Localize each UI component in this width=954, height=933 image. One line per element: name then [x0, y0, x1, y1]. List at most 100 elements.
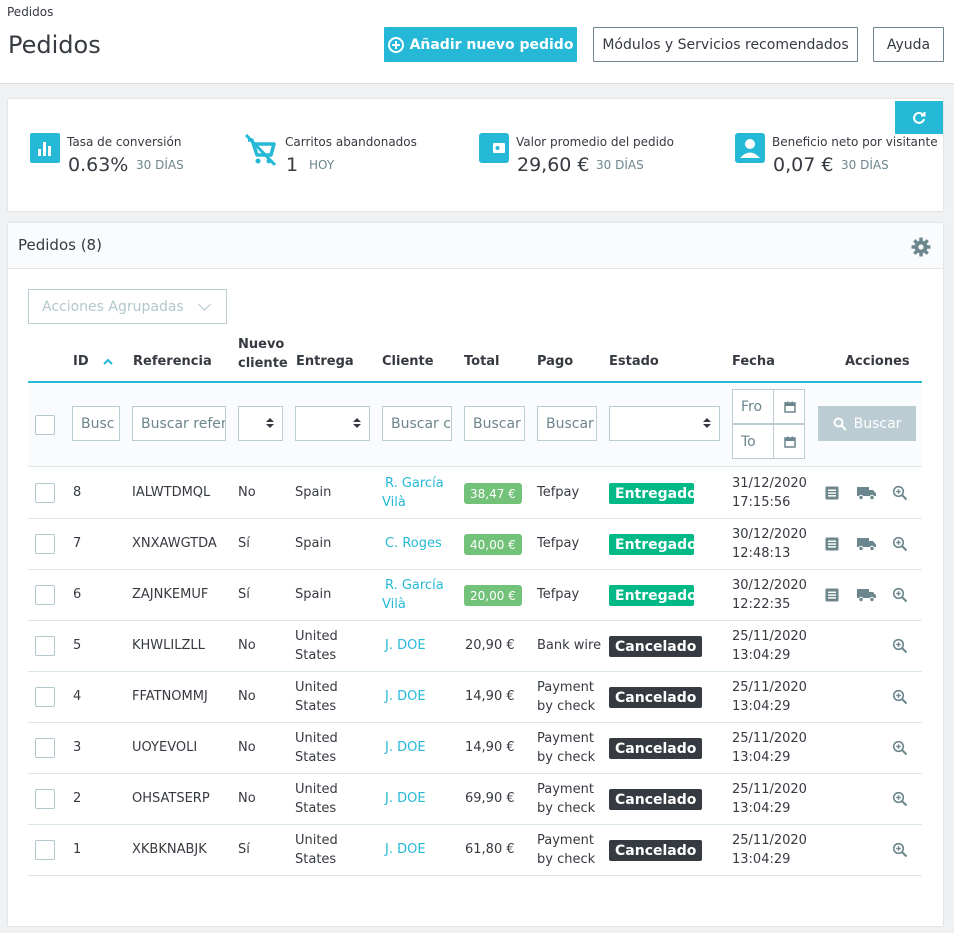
view-order-icon[interactable]: [892, 689, 908, 709]
view-order-icon[interactable]: [892, 485, 908, 505]
column-header-status[interactable]: Estado: [609, 354, 659, 369]
customer-link[interactable]: J. DOE: [385, 789, 426, 808]
order-reference: XNXAWGTDA: [132, 536, 217, 551]
filter-payment-input[interactable]: Buscar: [537, 406, 597, 441]
column-header-payment[interactable]: Pago: [537, 354, 573, 369]
customer-link[interactable]: C. Roges: [385, 534, 442, 553]
view-order-icon[interactable]: [892, 638, 908, 658]
customer-link[interactable]: J. DOE: [385, 636, 426, 655]
customer-link[interactable]: R. García Vilà: [382, 474, 444, 512]
gear-icon[interactable]: [911, 237, 931, 257]
table-row[interactable]: 2 OHSATSERP No United States J. DOE 69,90 € Pay…: [28, 774, 922, 825]
filter-new-client-select[interactable]: [238, 406, 283, 441]
order-reference: UOYEVOLI: [132, 740, 198, 755]
kpi-label: Beneficio neto por visitante: [772, 135, 938, 149]
kpi-period: HOY: [309, 158, 335, 172]
view-order-icon[interactable]: [892, 791, 908, 811]
order-id: 2: [73, 791, 82, 806]
table-row[interactable]: 3 UOYEVOLI No United States J. DOE 14,90 € Paym…: [28, 723, 922, 774]
column-header-date[interactable]: Fecha: [732, 354, 775, 369]
refresh-kpi-button[interactable]: [895, 101, 943, 134]
add-order-button[interactable]: Añadir nuevo pedido: [384, 27, 577, 62]
calendar-icon[interactable]: [773, 425, 805, 458]
order-reference: IALWTDMQL: [132, 485, 211, 500]
invoice-icon[interactable]: [824, 536, 840, 556]
filter-date-to[interactable]: To: [732, 424, 805, 459]
order-reference: FFATNOMMJ: [132, 689, 208, 704]
table-row[interactable]: 7 XNXAWGTDA Sí Spain C. Roges 40,00 € Tefpay En…: [28, 519, 922, 570]
filter-date-from[interactable]: Fro: [732, 389, 805, 424]
search-button[interactable]: Buscar: [818, 406, 916, 441]
row-select-checkbox[interactable]: [35, 687, 55, 707]
delivery-truck-icon[interactable]: [857, 536, 877, 556]
customer-link[interactable]: J. DOE: [385, 687, 426, 706]
calendar-icon[interactable]: [773, 390, 805, 423]
order-date: 30/12/2020 12:22:35: [732, 578, 807, 612]
order-status-badge: Entregado: [609, 534, 697, 555]
kpi-value: 0,07 €: [773, 154, 834, 176]
filter-total-input[interactable]: Buscar: [464, 406, 525, 441]
refresh-icon: [913, 111, 926, 124]
filter-reference-input[interactable]: Buscar refer: [132, 406, 226, 441]
delivery-truck-icon[interactable]: [857, 485, 877, 505]
column-header-delivery[interactable]: Entrega: [296, 354, 354, 369]
order-reference: XKBKNABJK: [132, 842, 207, 857]
table-row[interactable]: 6 ZAJNKEMUF Sí Spain R. García Vilà 20,00 € Tef…: [28, 570, 922, 621]
row-select-checkbox[interactable]: [35, 534, 55, 554]
payment-method: Payment by check: [537, 833, 596, 867]
cart-off-icon: [244, 133, 277, 167]
order-id: 5: [73, 638, 82, 653]
breadcrumb[interactable]: Pedidos: [7, 5, 53, 19]
search-icon: [833, 417, 847, 431]
filter-delivery-select[interactable]: [295, 406, 370, 441]
delivery-truck-icon[interactable]: [857, 587, 877, 607]
row-select-checkbox[interactable]: [35, 789, 55, 809]
filter-status-select[interactable]: [609, 406, 720, 441]
filter-id-input[interactable]: Busc: [72, 406, 120, 441]
help-button[interactable]: Ayuda: [873, 27, 944, 62]
filter-customer-input[interactable]: Buscar c: [382, 406, 452, 441]
table-row[interactable]: 1 XKBKNABJK Sí United States J. DOE 61,80 € Pay…: [28, 825, 922, 876]
view-order-icon[interactable]: [892, 740, 908, 760]
order-status-badge: Entregado: [609, 585, 697, 606]
row-select-checkbox[interactable]: [35, 483, 55, 503]
order-status-badge: Entregado: [609, 483, 697, 504]
table-row[interactable]: 8 IALWTDMQL No Spain R. García Vilà 38,47 € Tef…: [28, 468, 922, 519]
customer-link[interactable]: R. García Vilà: [382, 576, 444, 614]
view-order-icon[interactable]: [892, 536, 908, 556]
order-id: 6: [73, 587, 82, 602]
order-status-badge: Cancelado: [609, 840, 703, 861]
bar-chart-icon: [30, 133, 60, 163]
invoice-icon[interactable]: [824, 485, 840, 505]
order-status-badge: Cancelado: [609, 789, 703, 810]
row-select-checkbox[interactable]: [35, 738, 55, 758]
view-order-icon[interactable]: [892, 587, 908, 607]
order-status-badge: Cancelado: [609, 687, 703, 708]
delivery-country: United States: [295, 833, 338, 867]
customer-link[interactable]: J. DOE: [385, 840, 426, 859]
column-header-customer[interactable]: Cliente: [382, 354, 434, 369]
order-total-badge: 38,47 €: [464, 483, 522, 504]
invoice-icon[interactable]: [824, 587, 840, 607]
delivery-country: United States: [295, 782, 338, 816]
table-row[interactable]: 4 FFATNOMMJ No United States J. DOE 14,90 € Pay…: [28, 672, 922, 723]
column-header-id[interactable]: ID: [73, 354, 113, 369]
row-select-checkbox[interactable]: [35, 585, 55, 605]
new-client: Sí: [238, 587, 250, 602]
recommended-modules-button[interactable]: Módulos y Servicios recomendados: [593, 27, 858, 62]
kpi-period: 30 DÍAS: [841, 158, 889, 172]
bulk-actions-label: Acciones Agrupadas: [42, 298, 184, 315]
delivery-country: United States: [295, 629, 338, 663]
order-total-badge: 20,00 €: [464, 585, 522, 606]
column-header-total[interactable]: Total: [464, 354, 500, 369]
column-header-reference[interactable]: Referencia: [133, 354, 212, 369]
column-header-new-client[interactable]: Nuevo cliente: [238, 335, 288, 373]
row-select-checkbox[interactable]: [35, 840, 55, 860]
table-row[interactable]: 5 KHWLILZLL No United States J. DOE 20,90 € Ban…: [28, 621, 922, 672]
select-all-checkbox[interactable]: [35, 415, 55, 435]
row-select-checkbox[interactable]: [35, 636, 55, 656]
customer-link[interactable]: J. DOE: [385, 738, 426, 757]
column-label: Nuevo: [238, 337, 285, 352]
bulk-actions-dropdown[interactable]: Acciones Agrupadas: [28, 289, 227, 324]
view-order-icon[interactable]: [892, 842, 908, 862]
